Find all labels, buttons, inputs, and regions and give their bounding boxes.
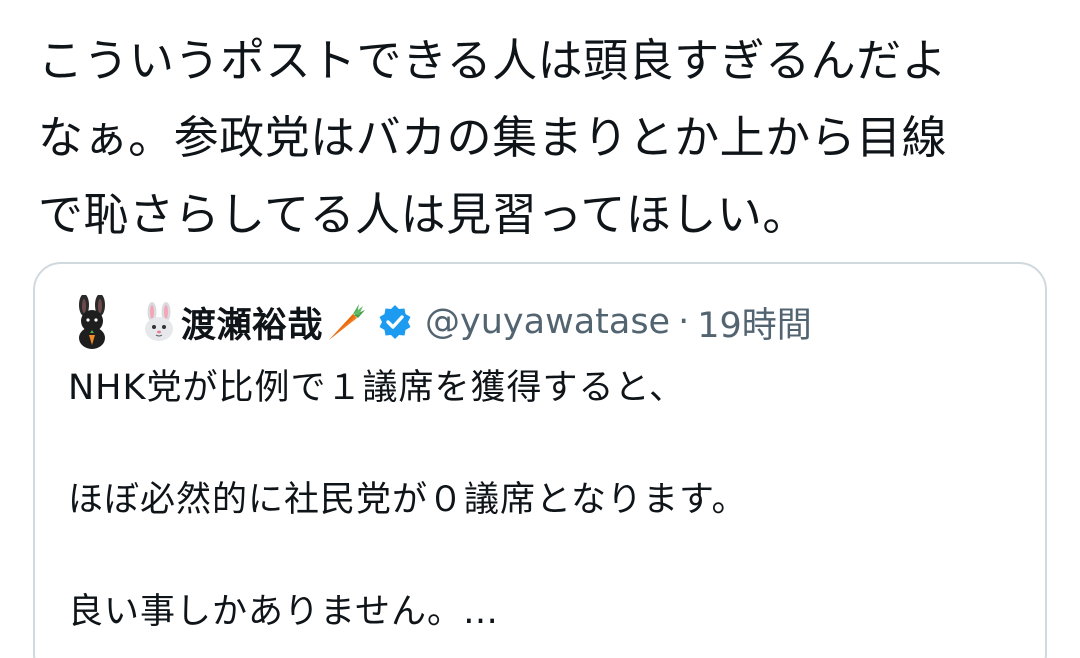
verified-badge-icon bbox=[379, 305, 411, 339]
quoted-post-paragraph: NHK党が比例で１議席を獲得すると、 bbox=[68, 368, 686, 408]
rabbit-silhouette-avatar-icon[interactable] bbox=[67, 295, 117, 349]
quoted-post-time[interactable]: 19時間 bbox=[697, 297, 812, 348]
quoted-author-handle[interactable]: @yuyawatase bbox=[425, 302, 670, 342]
rabbit-face-icon bbox=[145, 302, 173, 341]
quoted-author-name[interactable]: 渡瀬裕哉 bbox=[181, 297, 323, 348]
post-text-line: なぁ。参政党はバカの集まりとか上から目線 bbox=[38, 111, 948, 164]
separator-dot: · bbox=[678, 302, 690, 342]
post-text-line: こういうポストできる人は頭良すぎるんだよ bbox=[38, 34, 948, 87]
post-text: こういうポストできる人は頭良すぎるんだよ なぁ。参政党はバカの集まりとか上から目… bbox=[38, 22, 1048, 253]
quoted-post-paragraph: ほぼ必然的に社民党が０議席となります。 bbox=[68, 480, 748, 520]
carrot-icon bbox=[329, 304, 366, 340]
quoted-post-paragraph: 良い事しかありません。… bbox=[68, 592, 499, 632]
quoted-post-card[interactable]: 渡瀬裕哉 @yuyawatase · 19時間 NHK党が比例で１議席を獲得する… bbox=[33, 262, 1047, 658]
post-text-line: で恥さらしてる人は見習ってほしい。 bbox=[38, 188, 808, 241]
quoted-post-header: 渡瀬裕哉 @yuyawatase · 19時間 bbox=[67, 292, 812, 352]
quoted-post-body: NHK党が比例で１議席を獲得すると、 ほぼ必然的に社民党が０議席となります。 良… bbox=[68, 360, 747, 640]
